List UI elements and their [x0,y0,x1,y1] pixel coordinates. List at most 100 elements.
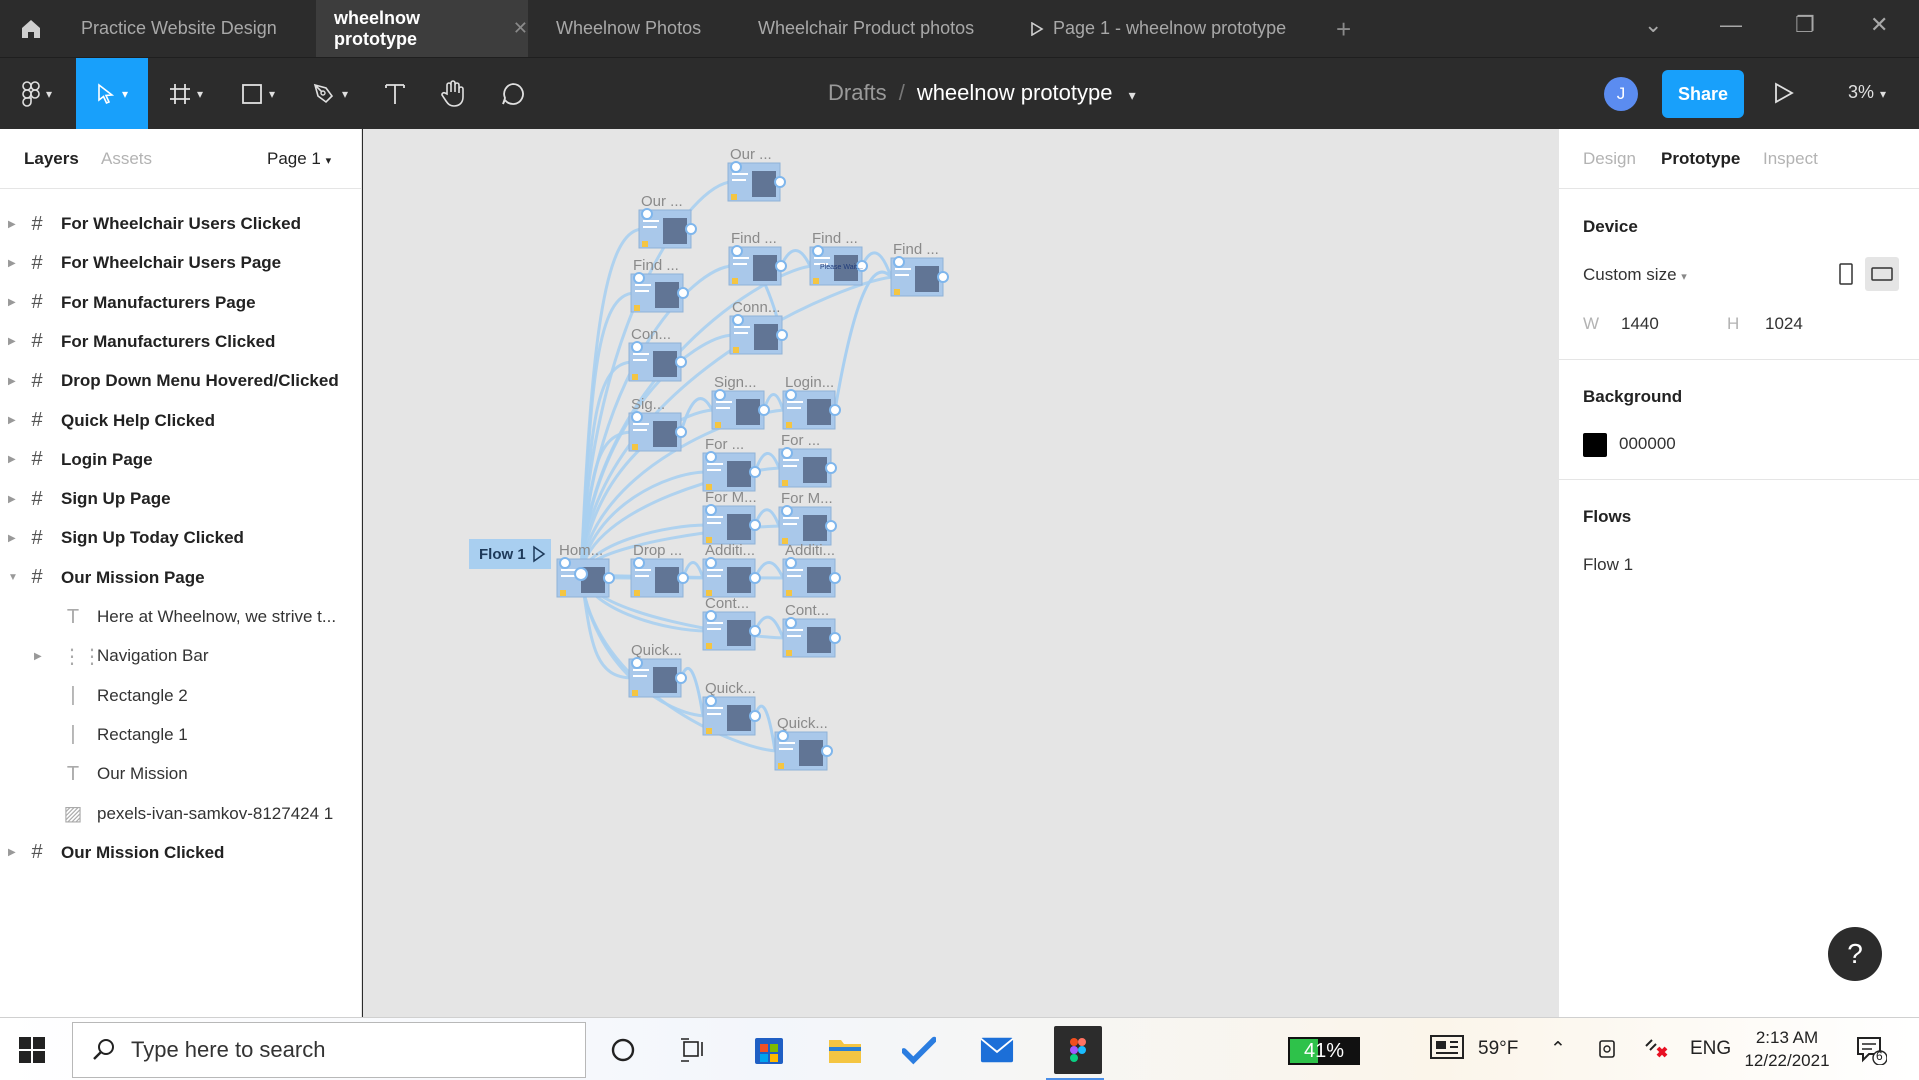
connection-node[interactable] [559,557,571,569]
connection-node[interactable] [829,632,841,644]
connection-node[interactable] [829,572,841,584]
device-dropdown[interactable]: Custom size ▾ [1583,265,1687,285]
expand-closed-icon[interactable]: ▶ [8,336,16,347]
expand-closed-icon[interactable]: ▶ [8,847,16,858]
connection-node[interactable] [774,176,786,188]
layer-item[interactable]: ▶ # Our Mission Clicked [0,829,361,877]
file-name[interactable]: wheelnow prototype [917,80,1113,105]
connection-node[interactable] [730,161,742,173]
flow-item[interactable]: Flow 1 [1583,555,1633,575]
clock[interactable]: 2:13 AM 12/22/2021 [1742,1026,1832,1072]
main-menu-button[interactable]: ▾ [0,58,74,130]
background-color-input[interactable]: 000000 [1619,434,1676,454]
chevron-down-icon[interactable]: ▾ [1129,87,1136,103]
connection-node[interactable] [633,272,645,284]
connection-node[interactable] [749,519,761,531]
connection-node[interactable] [758,404,770,416]
connection-node[interactable] [776,329,788,341]
tab-wheelnow-prototype[interactable]: wheelnow prototype ✕ [316,0,528,57]
tab-wheelchair-product-photos[interactable]: Wheelchair Product photos [758,0,1018,57]
expand-closed-icon[interactable]: ▶ [34,651,42,662]
notifications-button[interactable]: 6 [1855,1035,1888,1070]
close-window-icon[interactable]: ✕ [1870,12,1888,38]
expand-closed-icon[interactable]: ▶ [8,494,16,505]
connection-node[interactable] [821,745,833,757]
expand-closed-icon[interactable]: ▶ [8,297,16,308]
connection-node[interactable] [749,466,761,478]
connection-node[interactable] [677,287,689,299]
avatar[interactable]: J [1604,77,1638,111]
tab-prototype[interactable]: Prototype [1661,149,1740,169]
tab-practice-website-design[interactable]: Practice Website Design [62,0,316,57]
network-icon[interactable] [1644,1038,1670,1068]
tab-page-1[interactable]: Page 1 - wheelnow prototype [1030,0,1310,57]
connection-node[interactable] [749,572,761,584]
todo-app[interactable] [902,1033,936,1067]
tab-wheelnow-photos[interactable]: Wheelnow Photos [538,0,758,57]
connection-node[interactable] [777,730,789,742]
connection-node[interactable] [675,672,687,684]
start-button[interactable] [18,1036,46,1069]
battery-indicator[interactable]: 41% [1288,1037,1360,1065]
meet-now-icon[interactable] [1598,1038,1618,1066]
tab-assets[interactable]: Assets [101,149,152,169]
connection-node[interactable] [749,710,761,722]
connection-node[interactable] [574,567,588,581]
expand-closed-icon[interactable]: ▶ [8,258,16,269]
expand-closed-icon[interactable]: ▶ [8,533,16,544]
connection-node[interactable] [785,557,797,569]
connection-node[interactable] [781,447,793,459]
pen-tool-button[interactable]: ▾ [300,58,360,130]
connection-node[interactable] [675,356,687,368]
prototype-canvas[interactable]: Our ... Our ... Find ... Find ... Find ... Fi… [363,129,1558,1017]
connection-node[interactable] [781,505,793,517]
portrait-button[interactable] [1829,257,1863,291]
connection-node[interactable] [714,389,726,401]
connection-node[interactable] [785,389,797,401]
connection-node[interactable] [675,426,687,438]
expand-closed-icon[interactable]: ▶ [8,454,16,465]
connection-node[interactable] [631,657,643,669]
mail-app[interactable] [980,1033,1014,1067]
weather-temp[interactable]: 59°F [1478,1038,1518,1060]
move-tool-button[interactable]: ▾ [76,58,148,130]
figma-app[interactable] [1054,1026,1102,1074]
height-input[interactable]: 1024 [1765,314,1803,334]
connection-node[interactable] [705,451,717,463]
task-view-button[interactable] [676,1033,710,1067]
connection-node[interactable] [749,625,761,637]
connection-node[interactable] [893,256,905,268]
connection-node[interactable] [732,314,744,326]
zoom-dropdown[interactable]: 3% ▾ [1848,82,1886,103]
tab-design[interactable]: Design [1583,149,1636,169]
canvas[interactable]: Our ... Our ... Find ... Find ... Find ... Fi… [363,129,1558,1017]
expand-closed-icon[interactable]: ▶ [8,415,16,426]
hand-tool-button[interactable] [432,58,474,130]
connection-node[interactable] [775,260,787,272]
frame-tool-button[interactable]: ▾ [156,58,216,130]
breadcrumb-project[interactable]: Drafts [828,80,887,105]
connection-node[interactable] [705,610,717,622]
close-tab-icon[interactable]: ✕ [513,18,528,39]
weather-button[interactable] [1430,1034,1464,1066]
connection-node[interactable] [631,341,643,353]
connection-node[interactable] [785,617,797,629]
connection-node[interactable] [641,208,653,220]
restore-icon[interactable]: ❐ [1795,12,1815,38]
shape-tool-button[interactable]: ▾ [228,58,288,130]
connection-node[interactable] [829,404,841,416]
connection-node[interactable] [812,245,824,257]
connection-node[interactable] [825,520,837,532]
present-button[interactable] [1772,78,1796,113]
background-color-swatch[interactable] [1583,433,1607,457]
connection-node[interactable] [633,557,645,569]
tabs-dropdown-icon[interactable]: ⌄ [1644,12,1662,38]
share-button[interactable]: Share [1662,70,1744,118]
connection-node[interactable] [937,271,949,283]
tab-inspect[interactable]: Inspect [1763,149,1818,169]
help-button[interactable]: ? [1828,927,1882,981]
landscape-button[interactable] [1865,257,1899,291]
connection-node[interactable] [603,572,615,584]
taskbar-search[interactable]: Type here to search [72,1022,586,1078]
connection-node[interactable] [705,557,717,569]
